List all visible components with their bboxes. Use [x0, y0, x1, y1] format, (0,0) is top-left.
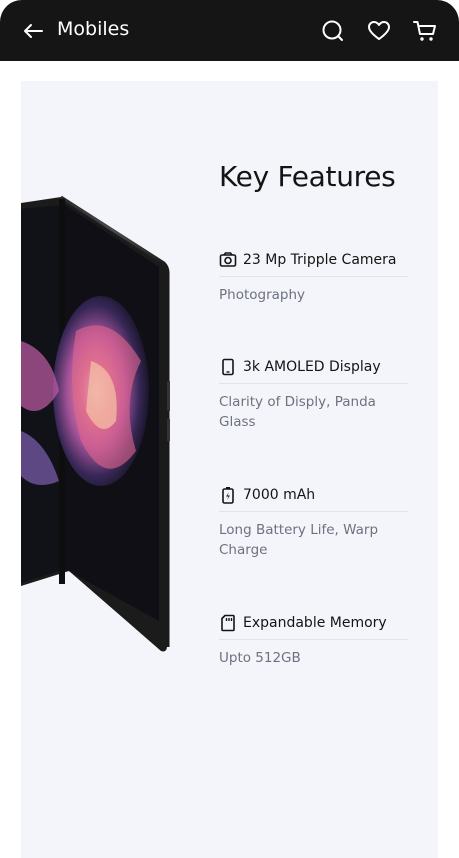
feature-description: Photography: [219, 287, 306, 303]
feature-description: Long Battery Life, Warp Charge: [219, 522, 379, 558]
feature-title: 7000 mAh: [243, 486, 316, 503]
search-icon[interactable]: [320, 18, 346, 44]
feature-title: 3k AMOLED Display: [243, 358, 381, 375]
feature-battery: 7000 mAh Long Battery Life, Warp Charge: [219, 478, 408, 560]
feature-description: Upto 512GB: [219, 650, 301, 666]
battery-icon: [219, 486, 237, 504]
page-title: Mobiles: [57, 18, 130, 40]
top-app-bar: Mobiles: [0, 0, 459, 61]
feature-title: Expandable Memory: [243, 614, 387, 631]
features-card: Key Features 23 Mp Tripple Camera Photog…: [21, 81, 438, 858]
phone-image: [21, 191, 181, 661]
back-arrow-icon[interactable]: [22, 20, 44, 42]
section-heading: Key Features: [219, 160, 396, 193]
phone-icon: [219, 358, 237, 376]
camera-icon: [219, 251, 237, 269]
cart-icon[interactable]: [412, 18, 438, 44]
feature-memory: Expandable Memory Upto 512GB: [219, 606, 408, 668]
feature-display: 3k AMOLED Display Clarity of Disply, Pan…: [219, 350, 408, 432]
feature-camera: 23 Mp Tripple Camera Photography: [219, 243, 408, 305]
heart-icon[interactable]: [366, 18, 392, 44]
feature-description: Clarity of Disply, Panda Glass: [219, 394, 376, 430]
feature-title: 23 Mp Tripple Camera: [243, 251, 397, 268]
sd-card-icon: [219, 614, 237, 632]
